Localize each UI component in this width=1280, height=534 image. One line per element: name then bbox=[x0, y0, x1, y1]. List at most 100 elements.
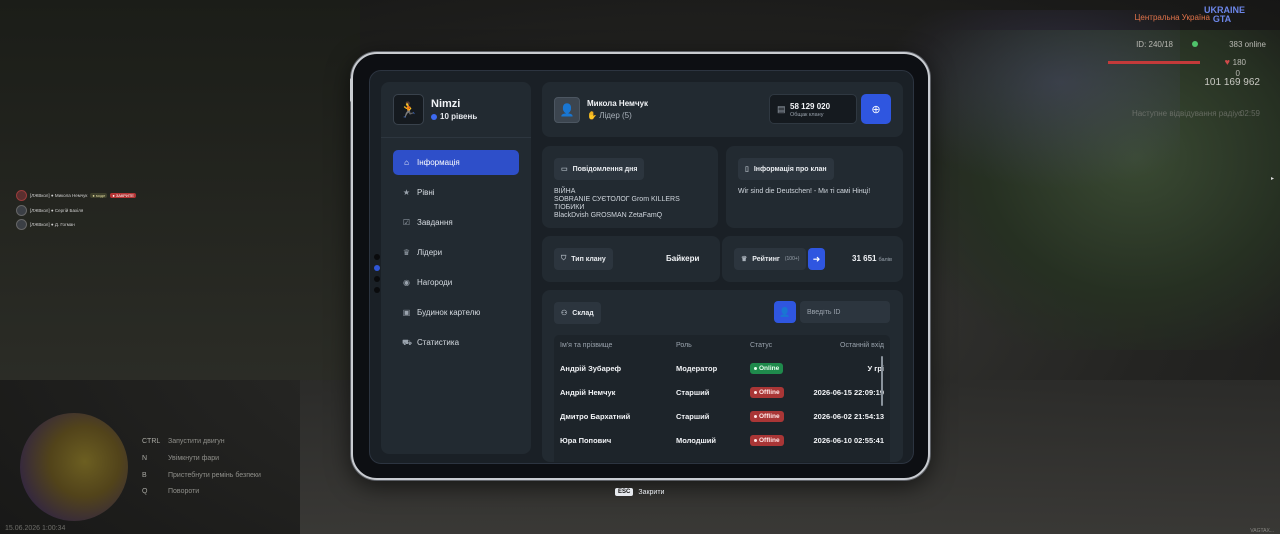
level-icon bbox=[431, 113, 437, 120]
avatar bbox=[16, 219, 27, 230]
clan-bank: ▤ 58 129 020 Общак клану bbox=[769, 94, 857, 124]
status-dot-icon bbox=[754, 366, 757, 370]
sidebar-item-leaders[interactable]: ♛ Лідери bbox=[393, 240, 519, 265]
page-dot[interactable] bbox=[374, 254, 380, 260]
chat-text: [ЛЖВкол] ● Микола Немчук bbox=[30, 193, 88, 198]
member-role: Модератор bbox=[676, 363, 718, 373]
members-tab[interactable]: ⚇ Склад bbox=[554, 302, 601, 324]
status-dot-icon bbox=[754, 390, 757, 394]
deposit-button[interactable]: ⊕ bbox=[861, 94, 891, 124]
sidebar-item-label: Статистика bbox=[417, 338, 460, 347]
chat-line: [ЛЖВкол] ● Сергій Бахіля bbox=[16, 205, 83, 216]
sidebar-item-levels[interactable]: ★ Рівні bbox=[393, 180, 519, 205]
page-dot[interactable] bbox=[374, 287, 380, 293]
character-icon: 🏃 bbox=[399, 101, 418, 119]
page-dot[interactable] bbox=[374, 276, 380, 282]
chat-badge: ● ЗАКРИТЕ bbox=[110, 193, 136, 198]
rating-open-button[interactable]: ➜ bbox=[808, 248, 825, 270]
hint-label: Запустити двигун bbox=[168, 438, 225, 445]
clan-type-label-text: Тип клану bbox=[571, 255, 606, 263]
sidebar-item-info[interactable]: ⌂ Інформація bbox=[393, 150, 519, 175]
member-last-login: 2026-06-02 21:54:13 bbox=[813, 411, 884, 421]
profile-level: 10 рівень bbox=[431, 112, 477, 121]
close-label: Закрити bbox=[638, 488, 665, 496]
column-header-status: Статус bbox=[750, 342, 773, 349]
member-name: Юра Попович bbox=[560, 435, 612, 445]
page-dots bbox=[374, 254, 380, 293]
member-name: Андрій Зубареф bbox=[560, 363, 622, 373]
tablet-frame: 🏃 Nimzi 10 рівень ⌂ Інформація ★ Рівні ☑ bbox=[350, 52, 930, 480]
column-header-last-login: Останній вхід bbox=[840, 342, 884, 349]
leader-panel: 👤 Микола Немчук ✋ Лідер (5) ▤ 58 129 020… bbox=[542, 82, 903, 137]
table-scrollbar[interactable] bbox=[881, 356, 883, 406]
member-last-login: У грі bbox=[867, 363, 884, 373]
profile-name: Nimzi bbox=[431, 98, 461, 110]
table-row[interactable]: Дмитро Бархатний Старший Offline 2026-06… bbox=[554, 404, 890, 428]
hud-notice: Наступне відвідування радіус bbox=[1131, 109, 1242, 118]
home-icon: ⌂ bbox=[404, 158, 409, 167]
members-panel: ⚇ Склад 👤 Ім'я та прізвище Роль Статус О… bbox=[542, 290, 903, 462]
sidebar-item-label: Рівні bbox=[417, 188, 435, 197]
datetime: 15.06.2026 1:00:34 bbox=[5, 525, 66, 532]
avatar bbox=[16, 190, 27, 201]
clan-type-value: Байкери bbox=[666, 254, 700, 263]
table-row[interactable]: Юра Попович Молодший Offline 2026-06-10 … bbox=[554, 428, 890, 452]
medal-icon: ◉ bbox=[403, 278, 410, 287]
status-dot-icon bbox=[754, 438, 757, 442]
key-hint: B Пристебнути ремінь безпеки bbox=[142, 472, 261, 479]
motd-title-label: Повідомлення дня bbox=[572, 165, 638, 173]
chat-line: [ЛЖВкол] ● Д. Гогман bbox=[16, 219, 75, 230]
level-label: 10 рівень bbox=[440, 112, 478, 121]
sidebar-item-cartel-house[interactable]: ▣ Будинок картелю bbox=[393, 300, 519, 325]
rating-label: ♛ Рейтинг (100+) bbox=[734, 248, 807, 270]
online-indicator-icon bbox=[1192, 41, 1198, 47]
sidebar-item-tasks[interactable]: ☑ Завдання bbox=[393, 210, 519, 235]
sidebar-item-label: Інформація bbox=[417, 158, 460, 167]
arrow-right-icon: ➜ bbox=[812, 253, 821, 264]
clan-info-title: ▯ Інформація про клан bbox=[738, 158, 834, 180]
key-label: N bbox=[142, 455, 148, 462]
table-row[interactable]: Андрій Зубареф Модератор Online У грі bbox=[554, 356, 890, 380]
member-status: Offline bbox=[750, 410, 812, 422]
chat-line: [ЛЖВкол] ● Микола Немчук ● моде ● ЗАКРИТ… bbox=[16, 190, 136, 201]
table-row[interactable]: Андрій Немчук Старший Offline 2026-06-15… bbox=[554, 380, 890, 404]
clan-info-panel: ▯ Інформація про клан Wir sind die Deuts… bbox=[726, 146, 903, 228]
chat-text: [ЛЖВкол] ● Д. Гогман bbox=[30, 222, 75, 227]
hint-label: Пристебнути ремінь безпеки bbox=[168, 472, 261, 479]
hint-label: Увімкнути фари bbox=[168, 455, 220, 462]
chat-text: [ЛЖВкол] ● Сергій Бахіля bbox=[30, 208, 84, 213]
player-id: ID: 240/18 bbox=[1136, 40, 1173, 49]
crown-icon: ♛ bbox=[402, 248, 411, 257]
status-badge: Offline bbox=[750, 410, 784, 422]
leader-role-label: Лідер (5) bbox=[599, 111, 632, 120]
member-id-input[interactable] bbox=[800, 301, 890, 323]
house-icon: ▣ bbox=[402, 308, 411, 317]
page-dot-active[interactable] bbox=[374, 265, 380, 271]
profile-avatar: 🏃 bbox=[393, 94, 424, 125]
key-label: CTRL bbox=[142, 438, 161, 445]
member-role: Молодший bbox=[676, 435, 717, 445]
avatar bbox=[16, 205, 27, 216]
sidebar-item-label: Лідери bbox=[417, 248, 443, 257]
hint-label: Повороти bbox=[168, 488, 200, 495]
sidebar-item-rewards[interactable]: ◉ Нагороди bbox=[393, 270, 519, 295]
game-logo: UKRAINE GTA bbox=[1204, 5, 1246, 24]
clan-type-label: ⛉ Тип клану bbox=[554, 248, 613, 270]
esc-key: ESC bbox=[615, 488, 634, 496]
members-table: Ім'я та прізвище Роль Статус Останній вх… bbox=[554, 335, 890, 462]
health-bar bbox=[1108, 61, 1200, 64]
sidebar-item-statistics[interactable]: ⛟ Статистика bbox=[393, 330, 519, 355]
find-member-button[interactable]: 👤 bbox=[774, 301, 796, 323]
rating-score-value: 31 651 bbox=[852, 254, 877, 263]
tablet-screen: 🏃 Nimzi 10 рівень ⌂ Інформація ★ Рівні ☑ bbox=[369, 70, 914, 464]
rating-sub: (100+) bbox=[784, 256, 800, 262]
shield-icon: ⛉ bbox=[561, 255, 567, 262]
bank-label: Общак клану bbox=[790, 112, 824, 118]
wallet-icon: ▤ bbox=[777, 104, 786, 114]
chat-badge: ● моде bbox=[90, 193, 108, 198]
table-header: Ім'я та прізвище Роль Статус Останній вх… bbox=[554, 335, 890, 356]
online-count: 383 online bbox=[1229, 40, 1266, 49]
clan-info-text: Wir sind die Deutschen! - Ми ті самі Нін… bbox=[738, 188, 871, 195]
close-hint[interactable]: ESC Закрити bbox=[615, 488, 664, 496]
column-header-name: Ім'я та прізвище bbox=[560, 342, 613, 349]
